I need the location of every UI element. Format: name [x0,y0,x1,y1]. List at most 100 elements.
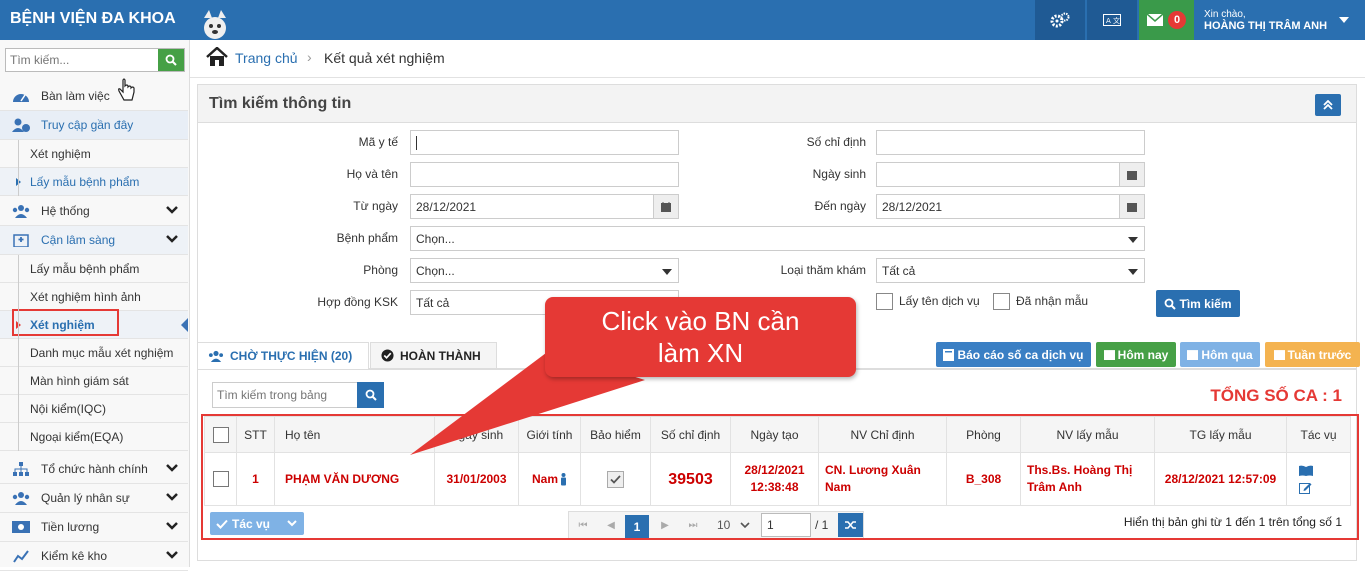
sidebar-item-label: Bàn làm việc [41,89,110,103]
page-size-select[interactable]: 10 [709,513,757,537]
double-chevron-up-icon [1323,100,1333,110]
hospital-icon [11,233,31,247]
benh-pham-select[interactable]: Chọn... [410,226,1145,251]
ngay-sinh-calendar-button[interactable] [1119,162,1145,187]
sidebar-item-label: Xét nghiệm [30,146,91,161]
users-icon [11,204,31,218]
ho-ten-label: Họ và tên [346,167,398,181]
sidebar-item-label: Danh mục mẫu xét nghiệm [30,345,174,360]
sidebar-item-xn-hinh-anh[interactable]: Xét nghiệm hình ảnh [0,283,188,311]
table-search-input[interactable] [213,383,353,407]
tu-ngay-calendar-button[interactable] [653,194,679,219]
shuffle-button[interactable] [838,513,863,537]
sidebar-item-dashboard[interactable]: Bàn làm việc [0,82,188,111]
breadcrumb-separator: › [307,49,312,65]
search-icon [1165,298,1177,310]
lay-ten-dv-checkbox[interactable] [876,293,893,310]
ma-y-te-input[interactable] [410,130,679,155]
chevron-down-icon [287,520,297,527]
sidebar-item-lay-mau-recent[interactable]: Lấy mẫu bệnh phẩm [0,168,188,196]
sidebar-item-dm-mau[interactable]: Danh mục mẫu xét nghiệm [0,339,188,367]
sidebar-item-ngoai-kiem[interactable]: Ngoại kiểm(EQA) [0,423,188,451]
header-so-chi-dinh[interactable]: Số chỉ định [651,417,731,453]
yesterday-button[interactable]: Hôm qua [1180,342,1260,367]
records-info: Hiển thị bản ghi từ 1 đến 1 trên tổng số… [1123,515,1342,529]
breadcrumb: Trang chủ › Kết quả xét nghiệm [190,40,1365,78]
sidebar-item-recent[interactable]: Truy cập gần đây [0,111,188,140]
bulk-action-button[interactable]: Tác vụ [210,512,304,535]
user-clock-icon [11,118,31,132]
header-nv-lay-mau[interactable]: NV lấy mẫu [1021,417,1155,453]
header-tg-lay-mau[interactable]: TG lấy mẫu [1155,417,1287,453]
so-chi-dinh-input[interactable] [876,130,1145,155]
home-icon[interactable] [206,47,228,67]
page-input-value: 1 [767,518,774,532]
today-button[interactable]: Hôm nay [1096,342,1176,367]
mail-button[interactable]: 0 [1139,0,1194,40]
sidebar-search-input[interactable] [6,49,156,71]
chevron-down-icon [740,521,750,528]
loai-tham-kham-select[interactable]: Tất cả [876,258,1145,283]
calendar-icon [1273,350,1285,360]
tab-pending[interactable]: CHỜ THỰC HIỆN (20) [197,342,369,369]
gender-value: Nam [531,471,558,486]
chevron-down-icon [166,551,178,559]
sidebar-item-tien-luong[interactable]: Tiền lương [0,513,188,542]
edit-icon[interactable] [1299,482,1312,494]
sidebar-item-can-lam-sang[interactable]: Cận lâm sàng [0,226,188,255]
prev-page-button[interactable]: ◀ [597,512,625,538]
collapse-button[interactable] [1315,94,1341,116]
da-nhan-mau-checkbox[interactable] [993,293,1010,310]
row-checkbox[interactable] [212,471,229,487]
calendar-icon [1127,170,1137,180]
sidebar-item-noi-kiem[interactable]: Nội kiểm(IQC) [0,395,188,423]
report-button[interactable]: Báo cáo số ca dịch vụ [936,342,1091,367]
den-ngay-calendar-button[interactable] [1119,194,1145,219]
gears-icon [1050,12,1070,28]
sidebar-item-mh-giam-sat[interactable]: Màn hình giám sát [0,367,188,395]
header-stt[interactable]: STT [237,417,275,453]
sidebar-item-label: Ngoại kiểm(EQA) [30,429,124,444]
select-all-cell [205,417,237,453]
ngay-sinh-input[interactable] [876,162,1120,187]
header-phong[interactable]: Phòng [947,417,1021,453]
den-ngay-input[interactable]: 28/12/2021 [876,194,1120,219]
phong-select[interactable]: Chọn... [410,258,679,283]
table-search-button[interactable] [357,382,384,408]
search-button[interactable]: Tìm kiếm [1156,290,1240,317]
open-book-icon[interactable] [1299,465,1313,476]
so-chi-dinh-label: Số chỉ định [806,135,866,149]
sidebar-search-button[interactable] [158,49,184,71]
hop-dong-label: Hợp đồng KSK [317,295,398,309]
sidebar-item-lay-mau[interactable]: Lấy mẫu bệnh phẩm [0,255,188,283]
next-page-button[interactable]: ▶ [651,512,679,538]
page-input[interactable]: 1 [761,513,811,537]
sidebar-item-nhan-su[interactable]: Quản lý nhân sự [0,484,188,513]
sidebar-item-xet-nghiem-active[interactable]: Xét nghiệm [0,309,188,339]
sidebar-item-he-thong[interactable]: Hệ thống [0,197,188,226]
settings-button[interactable] [1035,0,1085,40]
tab-pending-label: CHỜ THỰC HIỆN (20) [230,349,353,363]
tu-ngay-input[interactable]: 28/12/2021 [410,194,654,219]
cell-ho-ten[interactable]: PHẠM VĂN DƯƠNG [275,453,435,505]
page-current[interactable]: 1 [625,515,649,539]
sidebar-item-xet-nghiem-recent[interactable]: Xét nghiệm [0,140,188,168]
ho-ten-input[interactable] [410,162,679,187]
sidebar-item-label: Lấy mẫu bệnh phẩm [30,261,140,276]
last-week-button-label: Tuần trước [1287,347,1352,362]
header-ngay-tao[interactable]: Ngày tạo [731,417,819,453]
pagination: ⏮ ◀ 1 ▶ ⏭ 10 1 / 1 [568,511,864,539]
today-button-label: Hôm nay [1117,347,1169,362]
svg-text:文: 文 [1113,16,1120,25]
benh-pham-label: Bệnh phẩm [336,231,398,245]
select-all-checkbox[interactable] [212,427,229,443]
header-nv-chi-dinh[interactable]: NV Chỉ định [819,417,947,453]
user-menu[interactable]: Xin chào, HOÀNG THỊ TRÂM ANH [1196,0,1365,40]
last-page-button[interactable]: ⏭ [679,512,707,538]
ma-y-te-label: Mã y tế [358,135,398,149]
sidebar-item-to-chuc[interactable]: Tổ chức hành chính [0,455,188,484]
breadcrumb-home-link[interactable]: Trang chủ [235,50,298,66]
first-page-button[interactable]: ⏮ [569,512,597,538]
language-button[interactable]: A文 [1087,0,1137,40]
last-week-button[interactable]: Tuần trước [1265,342,1360,367]
